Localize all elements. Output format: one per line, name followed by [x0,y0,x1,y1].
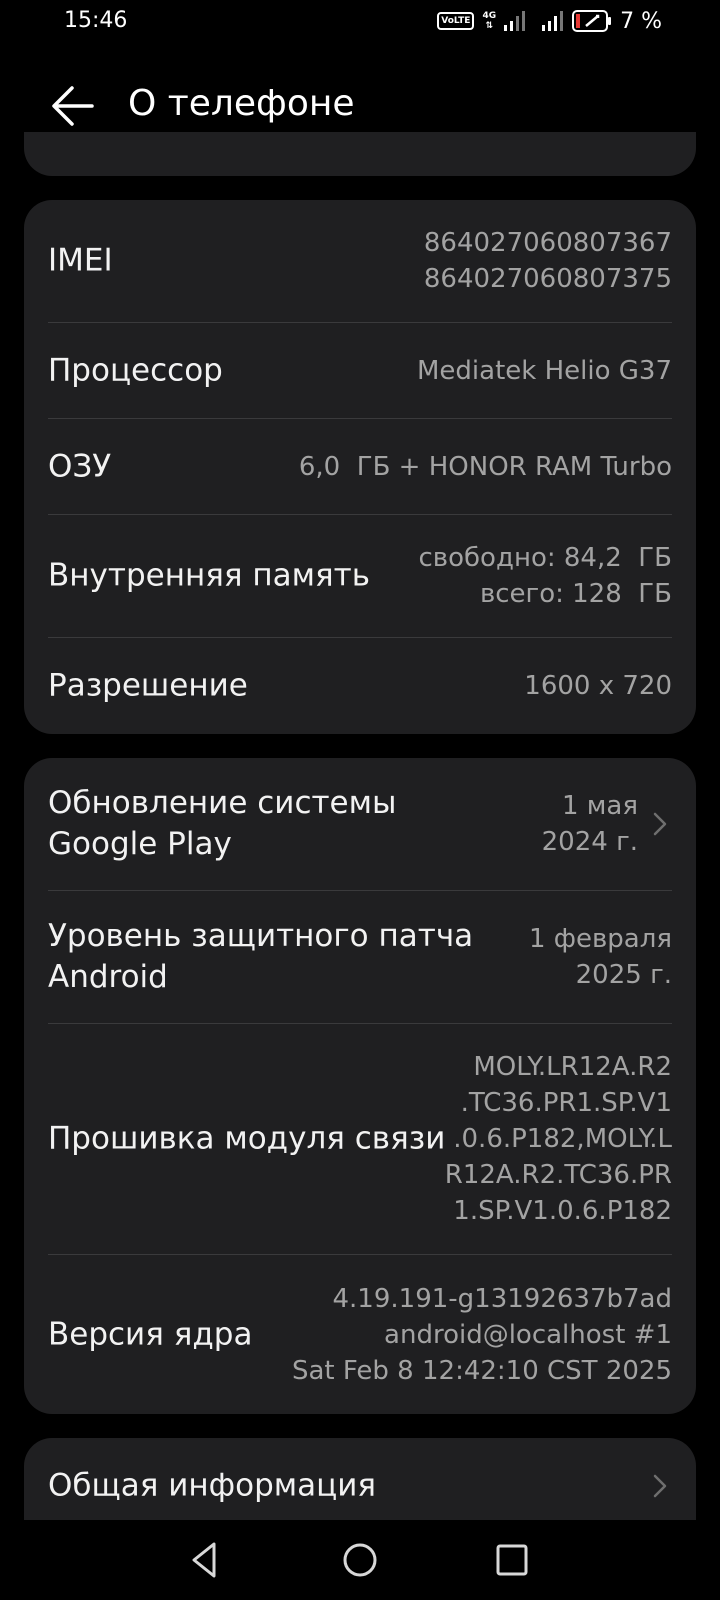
chevron-right-icon [653,812,667,836]
security-patch-label: Уровень защитного патча Android [48,918,474,995]
navigation-bar [0,1520,720,1600]
processor-label: Процессор [48,352,223,388]
google-play-update-label: Обновление системы Google Play [48,785,397,862]
hardware-info-card: IMEI 864027060807367 864027060807375 Про… [24,200,696,734]
baseband-row: Прошивка модуля связи MOLY.LR12A.R2 .TC3… [48,1024,672,1254]
processor-value: Mediatek Helio G37 [417,355,672,386]
kernel-version-row: Версия ядра 4.19.191-g13192637b7ad andro… [48,1255,672,1414]
ram-value: 6,0 ГБ + HONOR RAM Turbo [298,451,672,482]
battery-percent: 7 % [620,8,662,34]
security-patch-row: Уровень защитного патча Android 1 феврал… [48,891,672,1023]
signal-icon-sim2 [542,11,564,31]
storage-label: Внутренняя память [48,557,371,594]
google-play-update-row[interactable]: Обновление системы Google Play 1 мая 202… [48,758,672,890]
network-type-icon: 4G ⇅ [482,11,497,31]
ram-label: ОЗУ [48,448,112,484]
status-icons: VoLTE 4G ⇅ 7 % [437,8,662,34]
status-time: 15:46 [64,8,128,33]
storage-value: свободно: 84,2 ГБ всего: 128 ГБ [418,543,673,609]
back-arrow-icon[interactable] [48,80,100,132]
resolution-label: Разрешение [48,667,248,704]
software-info-card: Обновление системы Google Play 1 мая 202… [24,758,696,1414]
nav-back-icon[interactable] [180,1534,232,1586]
baseband-label: Прошивка модуля связи [48,1120,446,1157]
status-bar: 15:46 VoLTE 4G ⇅ 7 % [0,0,720,44]
imei-label: IMEI [48,242,113,279]
nav-home-icon[interactable] [334,1534,386,1586]
signal-icon-sim1 [504,11,526,31]
battery-icon [572,10,612,32]
google-play-update-value: 1 мая 2024 г. [541,791,638,857]
chevron-right-icon [653,1474,667,1498]
kernel-version-value: 4.19.191-g13192637b7ad android@localhost… [291,1283,672,1386]
resolution-value: 1600 x 720 [524,671,672,701]
imei-value: 864027060807367 864027060807375 [423,228,672,294]
imei-row: IMEI 864027060807367 864027060807375 [48,200,672,322]
storage-row: Внутренняя память свободно: 84,2 ГБ всег… [48,515,672,637]
processor-row: Процессор Mediatek Helio G37 [48,323,672,418]
resolution-row: Разрешение 1600 x 720 [48,638,672,734]
ram-row: ОЗУ 6,0 ГБ + HONOR RAM Turbo [48,419,672,514]
baseband-value: MOLY.LR12A.R2 .TC36.PR1.SP.V1 .0.6.P182,… [444,1052,672,1226]
kernel-version-label: Версия ядра [48,1316,253,1352]
nav-recents-icon[interactable] [486,1534,538,1586]
volte-icon: VoLTE [437,12,475,30]
page-title: О телефоне [128,83,355,124]
security-patch-value: 1 февраля 2025 г. [528,924,672,990]
general-info-label: Общая информация [48,1467,377,1504]
scrolled-card-bottom [24,132,696,176]
